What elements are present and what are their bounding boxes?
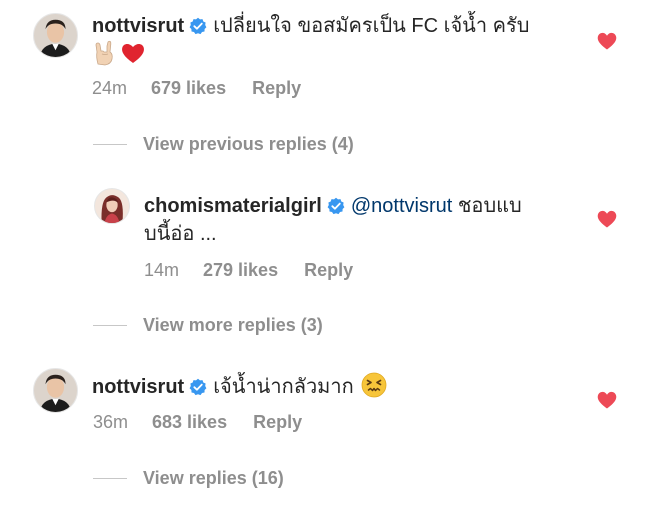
view-previous-replies-label: View previous replies (4)	[143, 134, 354, 154]
heart-icon[interactable]	[597, 391, 617, 409]
comment-1-meta: 24m 679 likes Reply	[92, 78, 301, 99]
comment-2-text: ชอบแบ	[452, 195, 522, 217]
comment-1-likes[interactable]: 679 likes	[151, 78, 226, 99]
comment-2-reply-button[interactable]: Reply	[304, 260, 353, 281]
avatar-chomismaterialgirl[interactable]	[94, 188, 130, 224]
verified-badge-icon	[327, 197, 345, 215]
comment-3-body: nottvisrut เจ้น้ำน่ากลัวมาก	[92, 372, 562, 406]
comment-2-mention-link[interactable]: @nottvisrut	[351, 195, 452, 217]
comment-1-text: เปลี่ยนใจ ขอสมัครเป็น FC เจ้น้ำ ครับ	[213, 15, 530, 37]
comment-3-time: 36m	[93, 412, 129, 432]
view-replies-label: View replies (16)	[143, 468, 284, 488]
comment-3-reply-button[interactable]: Reply	[253, 412, 302, 433]
comment-1-body: nottvisrut เปลี่ยนใจ ขอสมัครเป็น FC เจ้น้…	[92, 12, 562, 74]
profile-photo-icon	[34, 369, 77, 412]
view-replies-link[interactable]: View replies (16)	[93, 468, 284, 489]
comment-1-username[interactable]: nottvisrut	[92, 15, 184, 37]
rock-on-hand-emoji	[92, 40, 118, 74]
heart-icon[interactable]	[597, 32, 617, 50]
verified-badge-icon	[189, 17, 207, 35]
avatar-nottvisrut[interactable]	[33, 13, 78, 58]
heart-icon[interactable]	[597, 210, 617, 228]
divider-line	[93, 478, 127, 479]
divider-line	[93, 325, 127, 326]
view-previous-replies-link[interactable]: View previous replies (4)	[93, 134, 354, 155]
avatar-nottvisrut[interactable]	[33, 368, 78, 413]
confounded-face-emoji	[361, 372, 387, 406]
verified-badge-icon	[189, 378, 207, 396]
comment-2-body: chomismaterialgirl @nottvisrut ชอบแบ บนี้…	[144, 192, 564, 248]
comment-3-meta: 36m 683 likes Reply	[93, 412, 302, 433]
comment-1-time: 24m	[92, 78, 128, 98]
comment-2-meta: 14m 279 likes Reply	[144, 260, 353, 281]
profile-photo-icon	[95, 189, 129, 223]
comment-2-text-continued: บนี้อ่อ ...	[144, 223, 217, 245]
comment-1-reply-button[interactable]: Reply	[252, 78, 301, 99]
profile-photo-icon	[34, 14, 77, 57]
divider-line	[93, 144, 127, 145]
comment-3-text: เจ้น้ำน่ากลัวมาก	[213, 376, 354, 398]
comment-2-username[interactable]: chomismaterialgirl	[144, 195, 322, 217]
red-heart-emoji	[120, 40, 146, 74]
view-more-replies-label: View more replies (3)	[143, 315, 323, 335]
view-more-replies-link[interactable]: View more replies (3)	[93, 315, 323, 336]
comment-3-likes[interactable]: 683 likes	[152, 412, 227, 433]
comment-3-username[interactable]: nottvisrut	[92, 376, 184, 398]
comment-2-time: 14m	[144, 260, 180, 280]
comment-2-likes[interactable]: 279 likes	[203, 260, 278, 281]
